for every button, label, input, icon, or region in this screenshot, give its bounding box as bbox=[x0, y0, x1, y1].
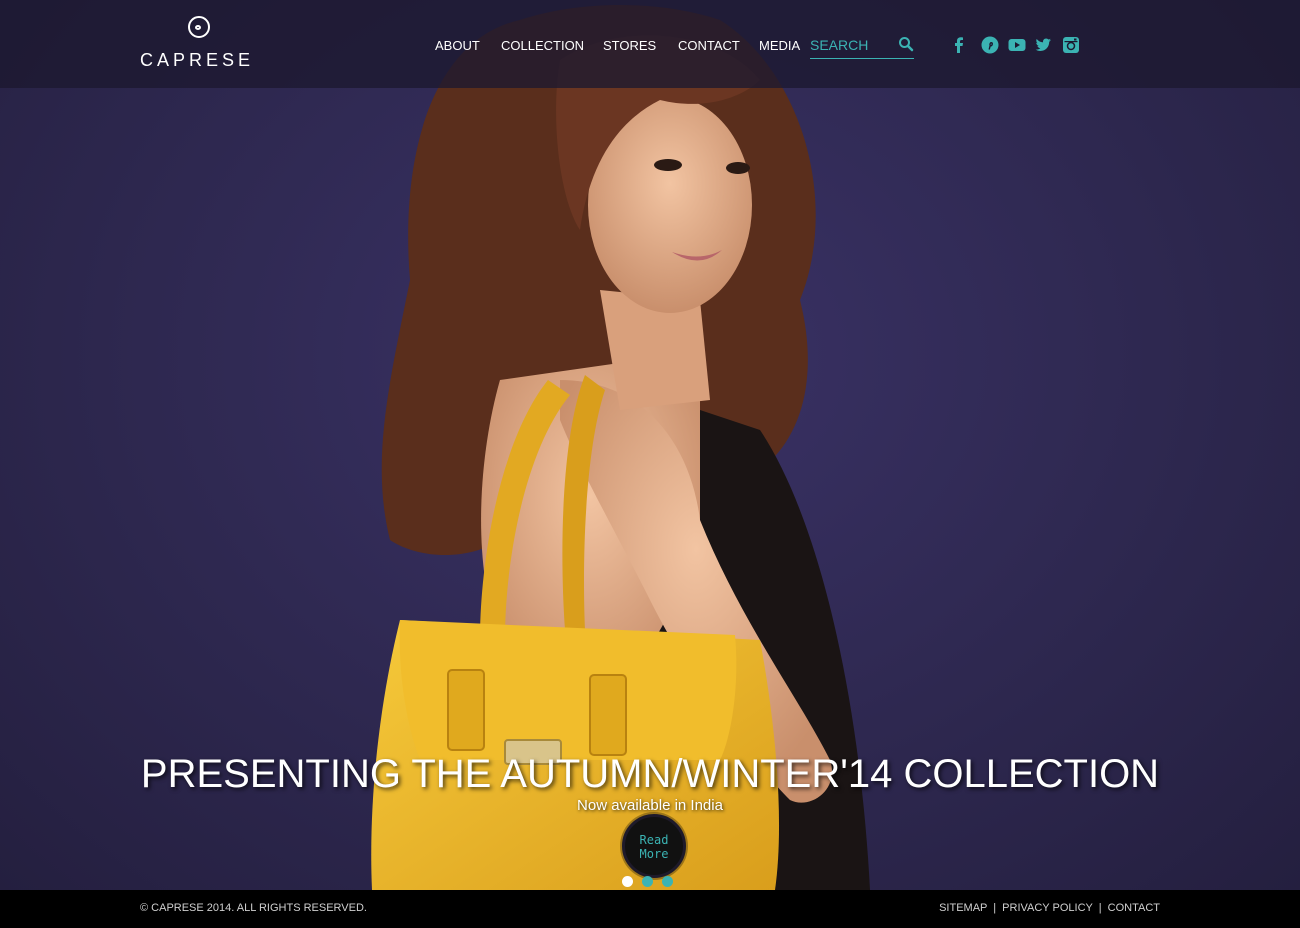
instagram-icon[interactable] bbox=[1062, 36, 1080, 54]
footer-link-privacy-policy[interactable]: PRIVACY POLICY bbox=[1002, 902, 1092, 914]
nav-contact[interactable]: CONTACT bbox=[678, 38, 740, 53]
hero-subtitle: Now available in India bbox=[577, 797, 723, 814]
footer-link-contact[interactable]: CONTACT bbox=[1108, 902, 1160, 914]
site-footer: © CAPRESE 2014. ALL RIGHTS RESERVED. SIT… bbox=[0, 890, 1300, 928]
read-more-label-line1: Read bbox=[639, 833, 669, 847]
read-more-button[interactable]: Read More bbox=[622, 814, 686, 878]
twitter-icon[interactable] bbox=[1034, 36, 1052, 54]
facebook-icon[interactable] bbox=[950, 36, 968, 54]
search-input[interactable] bbox=[810, 34, 890, 56]
read-more-label-line2: More bbox=[639, 847, 669, 861]
brand-name: CAPRESE bbox=[140, 50, 255, 70]
logo-mark-icon bbox=[188, 16, 210, 38]
footer-separator: | bbox=[1098, 902, 1102, 914]
hero-title: PRESENTING THE AUTUMN/WINTER'14 COLLECTI… bbox=[140, 752, 1160, 796]
caprese-logo[interactable]: CAPRESE bbox=[140, 16, 264, 74]
slide-dot-1[interactable] bbox=[622, 876, 633, 887]
pinterest-icon[interactable] bbox=[981, 36, 999, 54]
slide-dot-3[interactable] bbox=[662, 876, 673, 887]
youtube-icon[interactable] bbox=[1008, 36, 1026, 54]
footer-link-sitemap[interactable]: SITEMAP bbox=[939, 902, 987, 914]
site-header: CAPRESE ABOUT COLLECTION STORES CONTACT … bbox=[0, 0, 1300, 88]
nav-media[interactable]: MEDIA bbox=[759, 38, 800, 53]
search-icon[interactable] bbox=[898, 36, 914, 52]
copyright-text: © CAPRESE 2014. ALL RIGHTS RESERVED. bbox=[140, 902, 367, 914]
nav-stores[interactable]: STORES bbox=[603, 38, 656, 53]
search-box bbox=[810, 34, 914, 59]
slider-dots bbox=[622, 876, 678, 888]
footer-separator: | bbox=[993, 902, 997, 914]
nav-about[interactable]: ABOUT bbox=[435, 38, 480, 53]
nav-collection[interactable]: COLLECTION bbox=[501, 38, 584, 53]
footer-links: SITEMAP | PRIVACY POLICY | CONTACT bbox=[939, 902, 1160, 914]
slide-dot-2[interactable] bbox=[642, 876, 653, 887]
